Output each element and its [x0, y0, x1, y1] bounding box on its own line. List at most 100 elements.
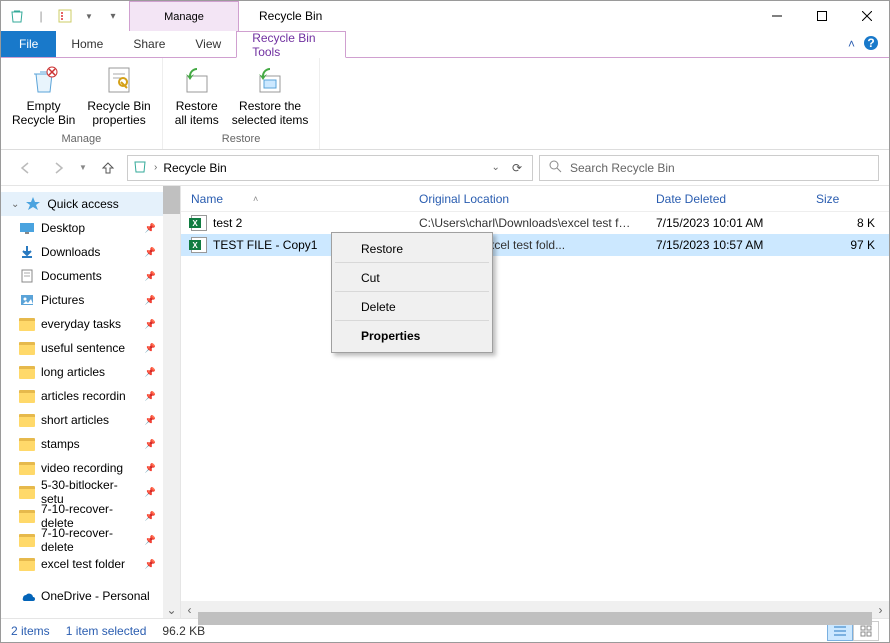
sidebar-item-label: excel test folder	[41, 557, 125, 571]
col-header-origloc[interactable]: Original Location	[409, 192, 646, 206]
sidebar-item-folder[interactable]: 7-10-recover-delete📌	[1, 504, 180, 528]
help-icon[interactable]: ?	[863, 35, 879, 54]
col-header-name[interactable]: Name˄	[181, 192, 409, 206]
col-header-date[interactable]: Date Deleted	[646, 192, 806, 206]
sidebar-item-label: long articles	[41, 365, 105, 379]
sidebar-item-label: video recording	[41, 461, 123, 475]
refresh-button[interactable]: ⟳	[506, 161, 528, 175]
tab-share[interactable]: Share	[118, 31, 180, 57]
pin-icon: 📌	[145, 463, 156, 474]
file-size: 97 K	[806, 238, 889, 252]
excel-file-icon	[191, 215, 207, 231]
sidebar-item-folder[interactable]: excel test folder📌	[1, 552, 180, 576]
recycle-bin-addr-icon	[132, 158, 148, 177]
scroll-down-icon[interactable]: ⌄	[163, 601, 180, 618]
nav-tree[interactable]: ⌄ Quick access Desktop 📌 Downloads 📌 Doc…	[1, 186, 181, 618]
pin-icon: 📌	[145, 439, 156, 450]
status-size: 96.2 KB	[162, 624, 205, 638]
sidebar-item-folder[interactable]: useful sentence📌	[1, 336, 180, 360]
addr-chevron-icon[interactable]: ›	[154, 162, 157, 173]
horizontal-scrollbar[interactable]: ‹ ›	[181, 601, 889, 618]
sidebar-item-label: short articles	[41, 413, 109, 427]
pin-icon: 📌	[145, 247, 156, 258]
sidebar-item-folder[interactable]: articles recordin📌	[1, 384, 180, 408]
sidebar-item-folder[interactable]: video recording 📌	[1, 456, 180, 480]
address-bar[interactable]: › Recycle Bin ⌄ ⟳	[127, 155, 533, 181]
recent-dropdown-icon[interactable]: ▼	[77, 155, 89, 181]
pin-icon: 📌	[145, 487, 156, 498]
ctx-properties[interactable]: Properties	[335, 323, 489, 349]
sidebar-item-label: useful sentence	[41, 341, 125, 355]
ribbon-group-label: Restore	[222, 131, 261, 149]
empty-recycle-bin-button[interactable]: Empty Recycle Bin	[7, 61, 80, 131]
folder-icon	[19, 388, 35, 404]
sidebar-item-folder[interactable]: 5-30-bitlocker-setu📌	[1, 480, 180, 504]
pin-icon: 📌	[145, 223, 156, 234]
maximize-button[interactable]	[799, 1, 844, 31]
pin-icon: 📌	[145, 511, 156, 522]
sidebar-item-documents[interactable]: Documents 📌	[1, 264, 180, 288]
restore-all-button[interactable]: Restore all items	[169, 61, 225, 131]
breadcrumb[interactable]: Recycle Bin	[163, 161, 226, 175]
ctx-restore[interactable]: Restore	[335, 236, 489, 263]
sidebar-item-onedrive[interactable]: OneDrive - Personal	[1, 584, 180, 608]
file-row[interactable]: test 2 C:\Users\charl\Downloads\excel te…	[181, 212, 889, 234]
sidebar-item-folder[interactable]: stamps 📌	[1, 432, 180, 456]
folder-icon	[19, 364, 35, 380]
qat-customize-icon[interactable]: ▾	[102, 5, 124, 27]
sort-indicator-icon: ˄	[253, 194, 258, 204]
recycle-bin-properties-button[interactable]: Recycle Bin properties	[82, 61, 155, 131]
ctx-cut[interactable]: Cut	[335, 265, 489, 292]
chevron-down-icon[interactable]: ⌄	[11, 199, 19, 210]
sidebar-item-label: stamps	[41, 437, 80, 451]
sidebar-item-folder[interactable]: everyday tasks📌	[1, 312, 180, 336]
restore-selected-icon	[254, 64, 286, 96]
minimize-button[interactable]	[754, 1, 799, 31]
forward-button[interactable]	[45, 155, 71, 181]
sidebar-item-label: Desktop	[41, 221, 85, 235]
tab-recycle-bin-tools[interactable]: Recycle Bin Tools	[236, 31, 346, 58]
sidebar-scrollbar[interactable]: ⌄	[163, 186, 180, 618]
ribbon-group-label: Manage	[61, 131, 101, 149]
restore-all-icon	[181, 64, 213, 96]
sidebar-item-folder[interactable]: 7-10-recover-delete📌	[1, 528, 180, 552]
ctx-delete[interactable]: Delete	[335, 294, 489, 321]
file-origloc: C:\Users\charl\Downloads\excel test fold…	[409, 216, 646, 230]
back-button[interactable]	[13, 155, 39, 181]
restore-selected-button[interactable]: Restore the selected items	[227, 61, 314, 131]
desktop-icon	[19, 220, 35, 236]
folder-icon	[19, 484, 35, 500]
sidebar-item-folder[interactable]: short articles📌	[1, 408, 180, 432]
close-button[interactable]	[844, 1, 889, 31]
pictures-icon	[19, 292, 35, 308]
sidebar-item-downloads[interactable]: Downloads 📌	[1, 240, 180, 264]
search-icon	[548, 159, 562, 176]
properties-icon[interactable]	[54, 5, 76, 27]
pin-icon: 📌	[145, 367, 156, 378]
recycle-bin-icon	[6, 5, 28, 27]
tab-home[interactable]: Home	[56, 31, 118, 57]
folder-icon	[19, 460, 35, 476]
search-placeholder: Search Recycle Bin	[570, 161, 675, 175]
ribbon-group-restore: Restore all items Restore the selected i…	[163, 58, 321, 149]
sidebar-section-label: Quick access	[47, 197, 118, 211]
ribbon-btn-label: Restore the selected items	[232, 99, 309, 128]
file-row[interactable]: TEST FILE - Copy1 Downloads\excel test f…	[181, 234, 889, 256]
sidebar-item-pictures[interactable]: Pictures 📌	[1, 288, 180, 312]
documents-icon	[19, 268, 35, 284]
sidebar-item-desktop[interactable]: Desktop 📌	[1, 216, 180, 240]
up-button[interactable]	[95, 155, 121, 181]
col-header-size[interactable]: Size	[806, 192, 889, 206]
window-title: Recycle Bin	[239, 1, 754, 31]
addr-dropdown-icon[interactable]: ⌄	[492, 162, 500, 173]
search-input[interactable]: Search Recycle Bin	[539, 155, 879, 181]
sidebar-item-folder[interactable]: long articles 📌	[1, 360, 180, 384]
qat-dropdown-icon[interactable]: ▼	[78, 5, 100, 27]
sidebar-quick-access[interactable]: ⌄ Quick access	[1, 192, 180, 216]
sidebar-item-label: articles recordin	[41, 389, 126, 403]
tab-view[interactable]: View	[180, 31, 236, 57]
scroll-right-icon[interactable]: ›	[872, 601, 889, 618]
scroll-left-icon[interactable]: ‹	[181, 601, 198, 618]
ribbon-collapse-icon[interactable]: ˄	[848, 37, 855, 51]
tab-file[interactable]: File	[1, 31, 56, 57]
